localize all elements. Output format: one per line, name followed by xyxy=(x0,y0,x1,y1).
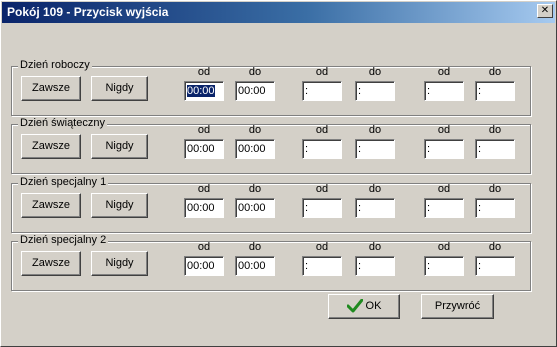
never-button[interactable]: Nigdy xyxy=(91,76,148,101)
restore-button[interactable]: Przywróć xyxy=(421,294,494,319)
time-to-field[interactable]: : xyxy=(475,81,515,101)
time-to-field[interactable]: : xyxy=(355,198,395,218)
from-header: od xyxy=(437,124,451,136)
time-value: 00:00 xyxy=(187,85,215,97)
time-value: 00:00 xyxy=(238,143,266,155)
time-value: 00:00 xyxy=(187,143,215,155)
time-value: : xyxy=(305,85,309,97)
time-from-field[interactable]: : xyxy=(302,81,342,101)
time-value: 00:00 xyxy=(187,260,215,272)
to-header: do xyxy=(488,183,502,195)
window-title: Pokój 109 - Przycisk wyjścia xyxy=(7,5,169,19)
time-from-field[interactable]: : xyxy=(302,256,342,276)
close-button[interactable]: ✕ xyxy=(537,4,553,18)
dialog-window: Pokój 109 - Przycisk wyjścia ✕ Dzień rob… xyxy=(0,0,557,347)
always-button[interactable]: Zawsze xyxy=(21,134,81,159)
time-from-field[interactable]: : xyxy=(424,256,464,276)
time-to-field[interactable]: : xyxy=(475,256,515,276)
time-to-field[interactable]: 00:00 xyxy=(235,256,275,276)
time-value: 00:00 xyxy=(187,202,215,214)
time-from-field[interactable]: : xyxy=(302,139,342,159)
time-value: : xyxy=(478,202,482,214)
from-header: od xyxy=(197,241,211,253)
to-header: do xyxy=(488,66,502,78)
to-header: do xyxy=(248,66,262,78)
from-header: od xyxy=(315,183,329,195)
time-to-field[interactable]: 00:00 xyxy=(235,198,275,218)
time-to-field[interactable]: 00:00 xyxy=(235,81,275,101)
time-to-field[interactable]: : xyxy=(475,139,515,159)
time-value: : xyxy=(478,143,482,155)
ok-button[interactable]: OK xyxy=(328,294,400,319)
to-header: do xyxy=(368,66,382,78)
time-value: : xyxy=(305,260,309,272)
time-value: : xyxy=(305,202,309,214)
always-button[interactable]: Zawsze xyxy=(21,193,81,218)
time-to-field[interactable]: 00:00 xyxy=(235,139,275,159)
checkmark-icon xyxy=(346,299,363,313)
from-header: od xyxy=(315,66,329,78)
time-value: : xyxy=(478,260,482,272)
time-value: : xyxy=(478,85,482,97)
close-icon: ✕ xyxy=(540,5,550,16)
time-value: : xyxy=(358,260,362,272)
from-header: od xyxy=(437,241,451,253)
never-button[interactable]: Nigdy xyxy=(91,134,148,159)
time-to-field[interactable]: : xyxy=(355,139,395,159)
to-header: do xyxy=(488,241,502,253)
from-header: od xyxy=(197,124,211,136)
time-value: : xyxy=(305,143,309,155)
to-header: do xyxy=(368,124,382,136)
time-value: 00:00 xyxy=(238,260,266,272)
time-value: : xyxy=(427,260,431,272)
time-value: : xyxy=(358,143,362,155)
time-value: : xyxy=(427,202,431,214)
from-header: od xyxy=(197,183,211,195)
to-header: do xyxy=(248,124,262,136)
from-header: od xyxy=(197,66,211,78)
time-value: 00:00 xyxy=(238,85,266,97)
to-header: do xyxy=(368,183,382,195)
time-value: : xyxy=(358,202,362,214)
from-header: od xyxy=(437,183,451,195)
time-from-field[interactable]: 00:00 xyxy=(184,198,224,218)
always-button[interactable]: Zawsze xyxy=(21,251,81,276)
title-bar[interactable]: Pokój 109 - Przycisk wyjścia ✕ xyxy=(2,2,555,23)
to-header: do xyxy=(368,241,382,253)
never-button[interactable]: Nigdy xyxy=(91,251,148,276)
from-header: od xyxy=(437,66,451,78)
time-from-field[interactable]: : xyxy=(424,81,464,101)
time-value: : xyxy=(358,85,362,97)
time-to-field[interactable]: : xyxy=(355,256,395,276)
time-to-field[interactable]: : xyxy=(475,198,515,218)
to-header: do xyxy=(248,183,262,195)
day-group-label: Dzień roboczy xyxy=(18,59,92,71)
day-group-label: Dzień specjalny 2 xyxy=(18,234,109,246)
time-from-field[interactable]: : xyxy=(302,198,342,218)
to-header: do xyxy=(248,241,262,253)
time-value: : xyxy=(427,143,431,155)
time-from-field[interactable]: : xyxy=(424,198,464,218)
to-header: do xyxy=(488,124,502,136)
time-value: : xyxy=(427,85,431,97)
from-header: od xyxy=(315,124,329,136)
time-from-field[interactable]: : xyxy=(424,139,464,159)
from-header: od xyxy=(315,241,329,253)
never-button[interactable]: Nigdy xyxy=(91,193,148,218)
time-to-field[interactable]: : xyxy=(355,81,395,101)
time-from-field[interactable]: 00:00 xyxy=(184,256,224,276)
time-from-field[interactable]: 00:00 xyxy=(184,139,224,159)
time-value: 00:00 xyxy=(238,202,266,214)
day-group-label: Dzień specjalny 1 xyxy=(18,176,109,188)
ok-label: OK xyxy=(365,300,382,312)
day-group-label: Dzień świąteczny xyxy=(18,117,107,129)
time-from-field[interactable]: 00:00 xyxy=(184,81,224,101)
always-button[interactable]: Zawsze xyxy=(21,76,81,101)
